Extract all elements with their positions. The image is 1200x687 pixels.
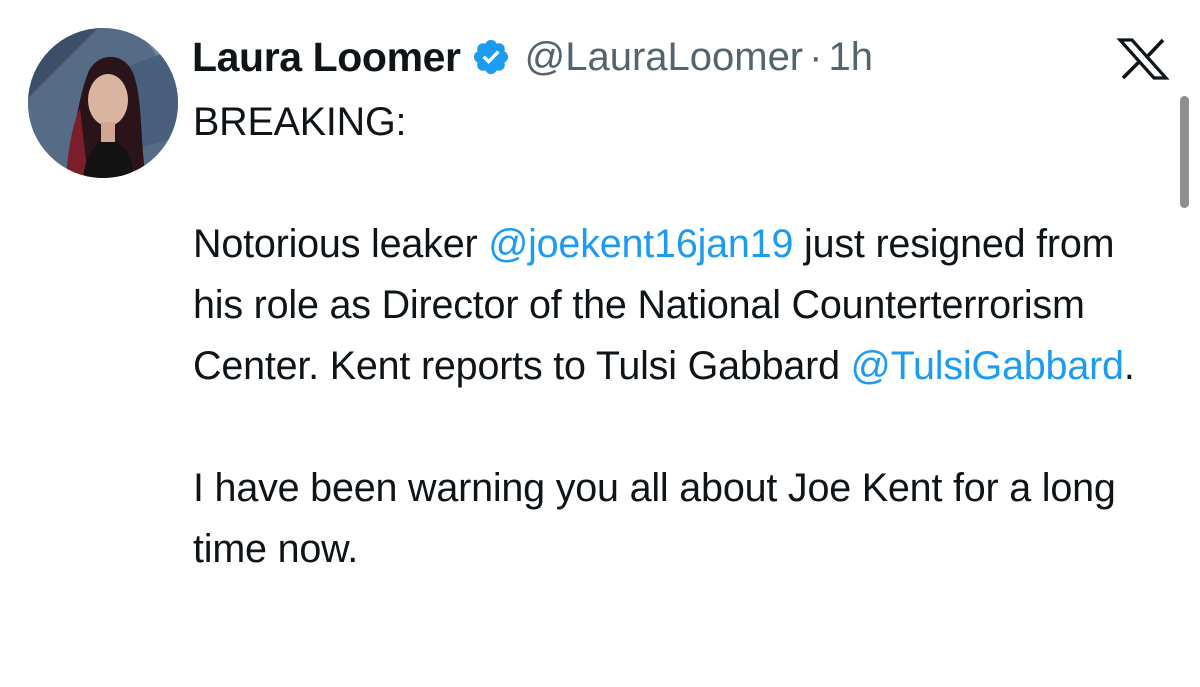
profile-photo bbox=[28, 28, 178, 178]
mention-joekent[interactable]: @joekent16jan19 bbox=[488, 222, 793, 266]
x-logo-icon[interactable] bbox=[1116, 38, 1170, 80]
tweet-text: BREAKING: Notorious leaker @joekent16jan… bbox=[193, 92, 1168, 580]
author-handle[interactable]: @LauraLoomer bbox=[525, 35, 804, 80]
tweet-paragraph-2: Notorious leaker @joekent16jan19 just re… bbox=[193, 214, 1168, 397]
separator-dot: · bbox=[809, 34, 823, 79]
tweet-text-segment: . bbox=[1123, 344, 1135, 388]
scrollbar[interactable] bbox=[1180, 96, 1189, 208]
verified-badge-icon bbox=[471, 37, 511, 77]
author-name[interactable]: Laura Loomer bbox=[192, 34, 461, 81]
tweet-text-segment: Notorious leaker bbox=[193, 222, 489, 266]
mention-tulsigabbard[interactable]: @TulsiGabbard bbox=[851, 344, 1124, 388]
tweet-paragraph-3: I have been warning you all about Joe Ke… bbox=[193, 466, 1116, 571]
tweet-header: Laura Loomer @LauraLoomer · 1h bbox=[192, 30, 873, 84]
avatar[interactable] bbox=[28, 28, 178, 178]
tweet-line-breaking: BREAKING: bbox=[193, 100, 407, 144]
timestamp[interactable]: 1h bbox=[828, 35, 873, 80]
